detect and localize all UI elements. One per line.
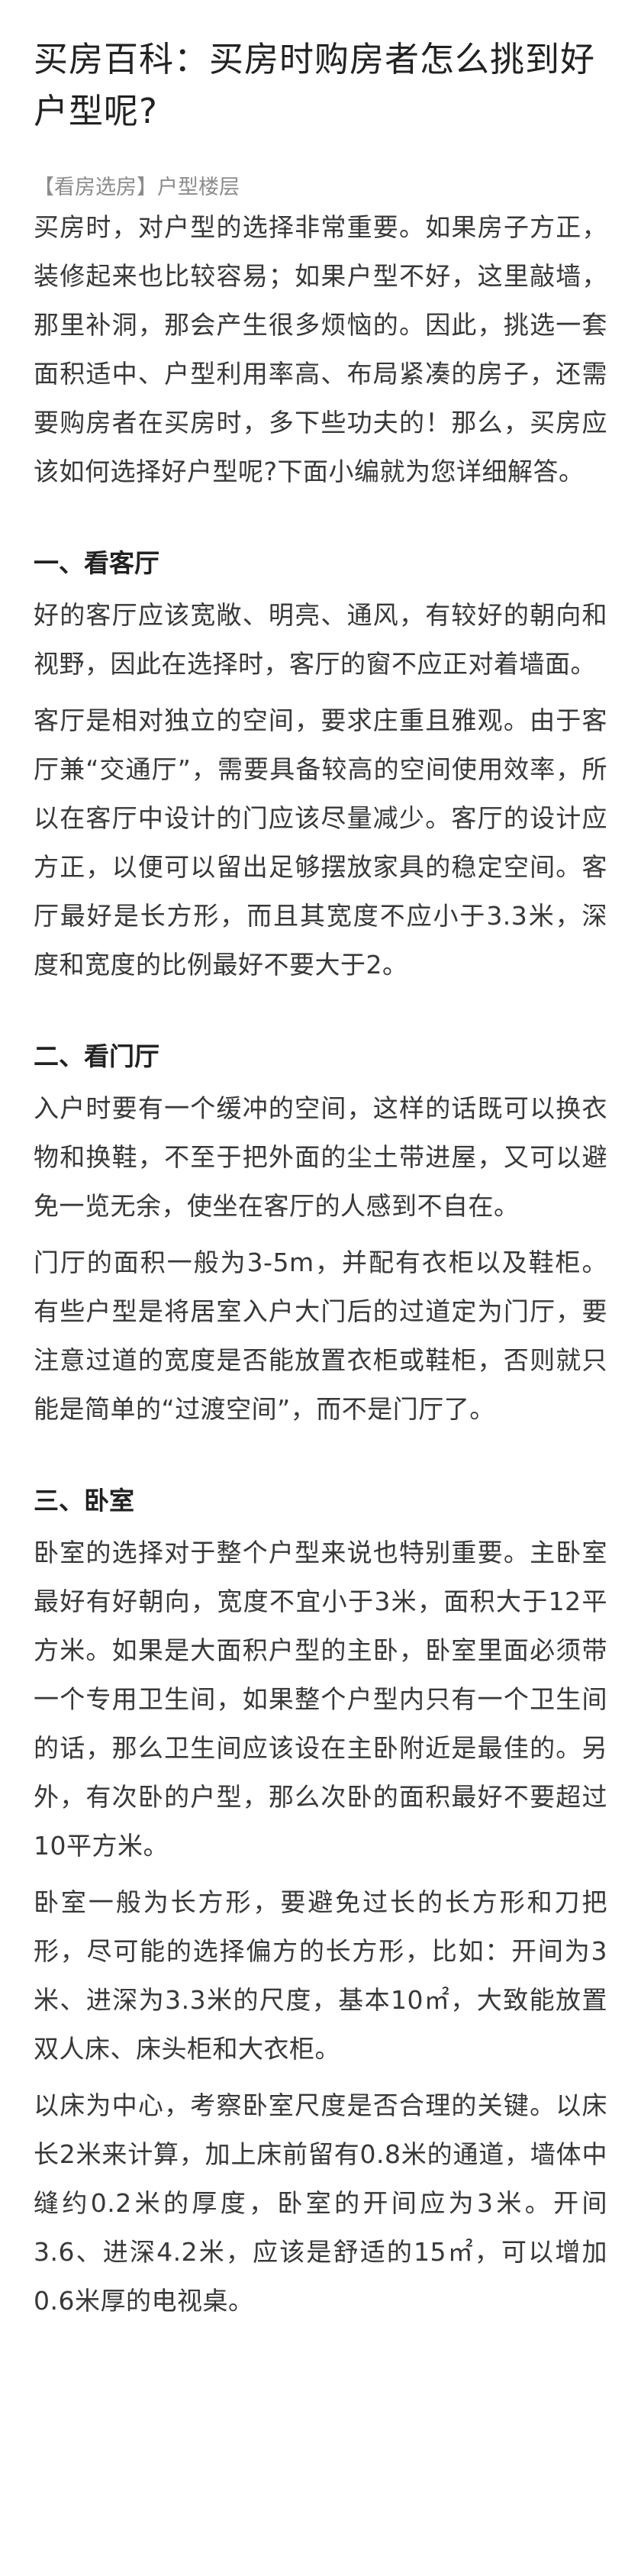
section-paragraph: 入户时要有一个缓冲的空间，这样的话既可以换衣物和换鞋，不至于把外面的尘土带进屋，… xyxy=(34,1093,607,1221)
article-title: 买房百科：买房时购房者怎么挑到好户型呢? xyxy=(34,39,596,131)
breadcrumb-open-bracket: 【 xyxy=(34,176,54,199)
section-living-room: 一、看客厅 好的客厅应该宽敞、明亮、通风，有较好的朝向和视野，因此在选择时，客厅… xyxy=(34,539,607,989)
article-page: 买房百科：买房时购房者怎么挑到好户型呢? 【看房选房】户型楼层 买房时，对户型的… xyxy=(0,0,641,2576)
section-paragraph: 客厅是相对独立的空间，要求庄重且雅观。由于客厅兼“交通厅”，需要具备较高的空间使… xyxy=(34,705,607,980)
section-heading: 三、卧室 xyxy=(34,1486,134,1516)
breadcrumb-category-link[interactable]: 看房选房 xyxy=(54,176,137,199)
section-paragraph: 卧室一般为长方形，要避免过长的长方形和刀把形，尽可能的选择偏方的长方形，比如：开… xyxy=(34,1887,607,2064)
section-paragraph: 好的客厅应该宽敞、明亮、通风，有较好的朝向和视野，因此在选择时，客厅的窗不应正对… xyxy=(34,600,607,679)
section-bedroom: 三、卧室 卧室的选择对于整个户型来说也特别重要。主卧室最好有好朝向，宽度不宜小于… xyxy=(34,1477,607,2326)
section-entrance-hall: 二、看门厅 入户时要有一个缓冲的空间，这样的话既可以换衣物和换鞋，不至于把外面的… xyxy=(34,1032,607,1434)
section-paragraph: 以床为中心，考察卧室尺度是否合理的关键。以床长2米来计算，加上床前留有0.8米的… xyxy=(34,2090,607,2316)
breadcrumb-close-bracket: 】 xyxy=(137,176,157,199)
article-body: 买房时，对户型的选择非常重要。如果房子方正，装修起来也比较容易；如果户型不好，这… xyxy=(34,203,607,2326)
section-heading: 一、看客厅 xyxy=(34,548,159,578)
section-paragraph: 门厅的面积一般为3-5m，并配有衣柜以及鞋柜。有些户型是将居室入户大门后的过道定… xyxy=(34,1248,607,1424)
breadcrumb: 【看房选房】户型楼层 xyxy=(34,173,607,203)
breadcrumb-subcategory-link[interactable]: 户型楼层 xyxy=(157,176,240,199)
section-paragraph: 卧室的选择对于整个户型来说也特别重要。主卧室最好有好朝向，宽度不宜小于3米，面积… xyxy=(34,1538,607,1861)
section-heading: 二、看门厅 xyxy=(34,1041,159,1071)
intro-paragraph: 买房时，对户型的选择非常重要。如果房子方正，装修起来也比较容易；如果户型不好，这… xyxy=(34,212,607,486)
